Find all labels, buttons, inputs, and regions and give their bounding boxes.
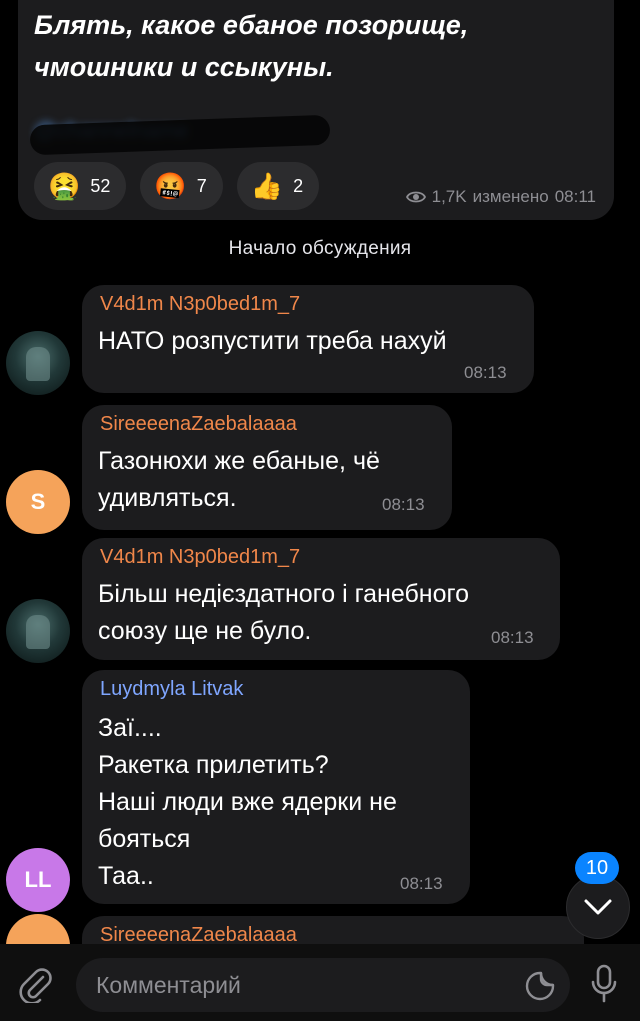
post-time: 08:11 [554,187,596,206]
message-text: Ракетка прилетить? [98,751,329,779]
views-count: 1,7K [431,187,467,206]
cursing-emoji-icon: 🤬 [154,171,187,201]
post-meta: 1,7K изменено 08:11 [405,187,596,207]
reaction-count: 2 [293,175,304,196]
message-time: 08:13 [400,874,443,893]
post-text-line: Блять, какое ебаное позорище, [34,10,469,40]
message-author[interactable]: V4d1m N3p0bed1m_7 [100,546,300,569]
attach-icon[interactable] [14,962,58,1006]
chevron-down-icon [584,899,612,915]
scroll-to-bottom-button[interactable] [566,875,630,939]
message-author[interactable]: V4d1m N3p0bed1m_7 [100,293,300,316]
message-text: удивляться. [98,484,237,512]
message-time: 08:13 [382,495,425,514]
channel-post: Блять, какое ебаное позорище, чмошники и… [18,0,614,220]
message-bubble[interactable]: V4d1m N3p0bed1m_7 Більш недієздатного і … [82,538,560,660]
reaction-vomit[interactable]: 🤮 52 [34,162,127,210]
message-author[interactable]: SireeeenaZaebalaaaa [100,413,297,436]
comment-placeholder: Комментарий [96,972,241,998]
message-text: Більш недієздатного і ганебного [98,580,469,608]
message-text: Наші люди вже ядерки не [98,788,397,816]
vomit-emoji-icon: 🤮 [48,171,81,201]
avatar[interactable] [6,331,70,395]
message-bubble[interactable]: Luydmyla Litvak Заї.... Ракетка прилетит… [82,670,470,904]
message-text: Таа.. [98,862,154,890]
message-author[interactable]: Luydmyla Litvak [100,678,243,701]
sticker-icon[interactable] [522,968,558,1004]
discussion-start-divider: Начало обсуждения [228,238,412,259]
post-text-line: чмошники и ссыкуны. [34,52,334,82]
avatar[interactable]: LL [6,848,70,912]
avatar[interactable] [6,599,70,663]
unread-badge: 10 [575,852,619,884]
message-bubble[interactable]: SireeeenaZaebalaaaa Газонюхи же ебаные, … [82,405,452,530]
message-text: Заї.... [98,714,162,742]
message-time: 08:13 [491,628,534,647]
reaction-thumbs-up[interactable]: 👍 2 [236,162,320,210]
edited-label: изменено [472,187,549,206]
message-text: союзу ще не було. [98,617,312,645]
microphone-icon[interactable] [584,962,624,1006]
comment-input[interactable]: Комментарий [76,958,570,1012]
reactions-row: 🤮 52 🤬 7 👍 2 [34,162,320,210]
eye-icon [405,191,426,203]
message-text: НАТО розпустити треба нахуй [98,327,447,355]
thumbs-up-emoji-icon: 👍 [250,171,284,201]
message-text: Газонюхи же ебаные, чё [98,447,380,475]
message-bubble[interactable]: V4d1m N3p0bed1m_7 НАТО розпустити треба … [82,285,534,393]
message-text: бояться [98,825,191,853]
message-time: 08:13 [464,363,507,382]
avatar[interactable]: S [6,470,70,534]
post-text: Блять, какое ебаное позорище, чмошники и… [34,4,594,88]
reaction-cursing[interactable]: 🤬 7 [140,162,223,210]
composer-bar: Комментарий [0,944,640,1021]
reaction-count: 7 [196,175,207,196]
reaction-count: 52 [90,175,111,196]
